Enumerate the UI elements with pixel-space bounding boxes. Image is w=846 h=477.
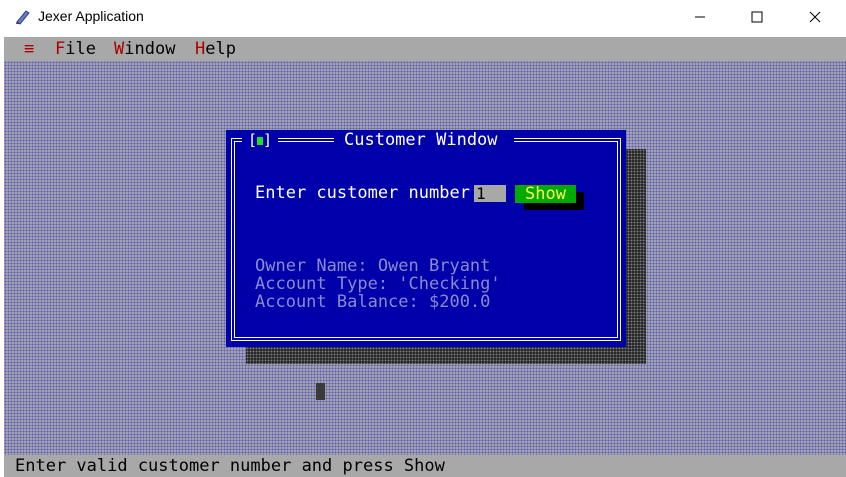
customer-number-label: Enter customer number: — [255, 183, 481, 203]
menu-window[interactable]: Window — [114, 37, 175, 61]
close-icon — [809, 11, 821, 23]
system-menu-icon[interactable]: ≡ — [24, 37, 34, 61]
maximize-button[interactable] — [734, 0, 780, 34]
maximize-icon — [751, 11, 763, 23]
menu-file-hotkey: F — [55, 39, 66, 59]
account-type-text: Account Type: 'Checking' — [255, 274, 501, 294]
close-button[interactable] — [792, 0, 838, 34]
menu-bar: ≡ File Window Help — [4, 37, 846, 61]
terminal-screen: ≡ File Window Help Customer Window [] En… — [4, 37, 846, 477]
window-close-box[interactable]: [] — [242, 130, 278, 149]
menu-window-label: indow — [124, 39, 176, 59]
customer-window-title[interactable]: Customer Window — [344, 130, 498, 150]
menu-file-label: ile — [65, 39, 96, 59]
minimize-button[interactable] — [677, 0, 723, 34]
close-bracket-right: ] — [263, 131, 273, 149]
minimize-icon — [695, 16, 705, 18]
customer-window[interactable]: Customer Window [] Enter customer number… — [226, 130, 626, 347]
account-balance-text: Account Balance: $200.0 — [255, 292, 491, 312]
app-icon — [16, 10, 30, 25]
close-bracket-left: [ — [247, 131, 257, 149]
window-titlebar: Jexer Application — [0, 0, 846, 34]
menu-help[interactable]: Help — [195, 37, 236, 61]
menu-help-label: elp — [205, 39, 236, 59]
menu-window-hotkey: W — [114, 39, 125, 59]
menu-file[interactable]: File — [55, 37, 96, 61]
mouse-cursor — [316, 383, 325, 400]
customer-number-field[interactable] — [474, 185, 506, 202]
show-button[interactable]: Show — [515, 185, 576, 203]
status-bar: Enter valid customer number and press Sh… — [4, 455, 846, 477]
owner-name-text: Owner Name: Owen Bryant — [255, 256, 491, 276]
menu-help-hotkey: H — [195, 39, 206, 59]
window-title: Jexer Application — [38, 8, 144, 24]
